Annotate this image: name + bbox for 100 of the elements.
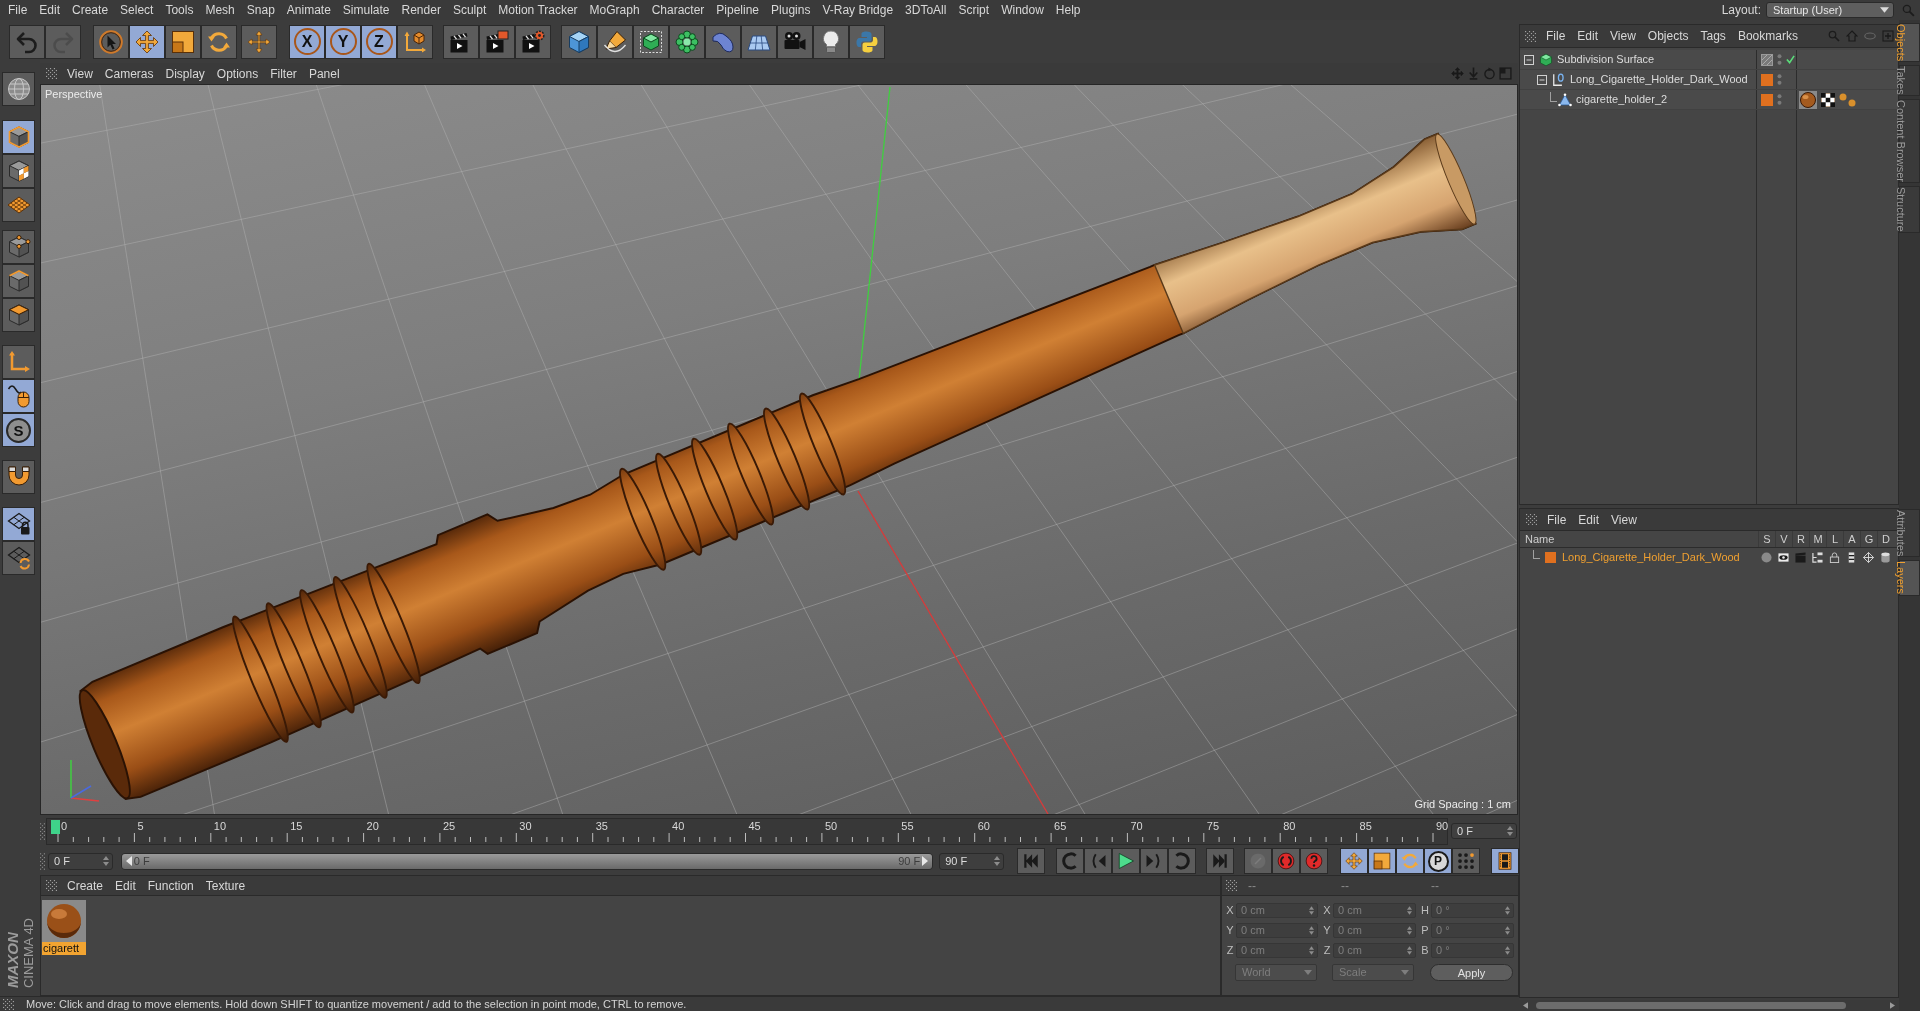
layers-menu-item[interactable]: View [1605,510,1643,529]
scale-tool-button[interactable] [165,24,201,59]
previous-key-button[interactable] [1056,848,1084,874]
record-point-level-button[interactable] [1452,848,1480,874]
layer-color-swatch[interactable] [1761,93,1773,106]
cylinder-icon[interactable] [1880,551,1891,563]
material-menu-item[interactable]: Create [61,876,110,895]
render-view-button[interactable] [443,24,479,59]
start-frame-field[interactable]: 0 F [48,852,113,870]
two-dots-icon[interactable] [1839,92,1856,107]
menu-item[interactable]: Mesh [199,1,241,19]
objects-menu-item[interactable]: View [1604,27,1642,45]
menu-item[interactable]: Simulate [336,1,396,19]
timeline-button[interactable] [1491,848,1519,874]
side-tab[interactable]: Takes [1899,65,1920,97]
scrollbar-thumb[interactable] [1536,1002,1846,1009]
menu-item[interactable]: Animate [280,1,337,19]
solo-circle-icon[interactable] [1761,551,1772,563]
next-key-button[interactable] [1168,848,1196,874]
planar-workplane-button[interactable] [2,541,35,575]
visibility-dots-icon[interactable] [1777,73,1782,86]
record-keys-button[interactable] [1244,848,1272,874]
record-rotation-button[interactable] [1396,848,1424,874]
cube-object-button[interactable] [561,24,597,59]
layers-menu-item[interactable]: File [1541,510,1573,529]
layers-menu-item[interactable]: Edit [1572,510,1606,529]
subdivision-object-button[interactable] [633,24,669,59]
frames-icon[interactable] [1846,551,1857,563]
menu-item[interactable]: Render [395,1,447,19]
check-icon[interactable] [1786,55,1795,64]
snap-button[interactable] [2,460,35,494]
visibility-dots-icon[interactable] [1777,93,1782,106]
deformer-object-button[interactable] [705,24,741,59]
objects-menu-item[interactable]: Edit [1571,27,1605,45]
layer-row[interactable]: Long_Cigarette_Holder_Dark_Wood [1520,548,1898,566]
select-tool-button[interactable] [93,24,129,59]
viewport-menu-item[interactable]: Display [159,64,211,83]
viewport-menu-item[interactable]: Options [210,64,265,83]
coordinate-system-button[interactable] [397,24,433,59]
collapse-toggle-icon[interactable] [1537,74,1547,85]
menu-item[interactable]: MoGraph [583,1,646,19]
layer-color-swatch[interactable] [1761,73,1773,86]
viewport-menu-item[interactable]: Cameras [98,64,160,83]
record-active-button[interactable] [1272,848,1300,874]
menu-item[interactable]: Character [645,1,711,19]
grip-icon[interactable] [1525,30,1536,42]
go-to-start-button[interactable] [1017,848,1045,874]
axis-lock-button[interactable]: Z [361,24,397,59]
add-tool-button[interactable] [241,24,277,59]
visibility-dots-icon[interactable] [1777,53,1782,66]
grip-icon[interactable] [1526,514,1537,525]
apply-button[interactable]: Apply [1430,963,1513,981]
record-position-button[interactable] [1340,848,1368,874]
material-sphere-icon[interactable] [1799,90,1817,109]
viewport-menu-item[interactable]: Filter [264,64,303,83]
side-tab[interactable]: Structure [1899,186,1920,233]
record-parameter-button[interactable]: P [1424,848,1452,874]
layout-dropdown[interactable]: Startup (User) [1766,2,1894,18]
record-scale-button[interactable] [1368,848,1396,874]
menu-item[interactable]: Script [952,1,996,19]
timeline-ruler[interactable]: 0 5 10 15 20 25 30 35 40 45 50 55 60 65 70 75 80 85 90 [46,817,1448,845]
grip-icon[interactable] [3,998,14,1010]
lock-workplane-button[interactable] [2,507,35,541]
object-row[interactable]: cigarette_holder_2 [1520,90,1898,110]
side-tab[interactable]: Content Browser [1899,99,1920,183]
play-button[interactable] [1112,848,1140,874]
diamond-icon[interactable] [1863,551,1874,563]
menu-item[interactable]: Motion Tracker [492,1,584,19]
material-name[interactable]: cigarett [42,942,86,955]
menu-item[interactable]: Pipeline [710,1,766,19]
cloner-object-button[interactable] [669,24,705,59]
make-editable-button[interactable] [2,72,35,106]
viewport-menu-item[interactable]: View [61,64,99,83]
menu-item[interactable]: Snap [240,1,281,19]
undo-button[interactable] [9,24,45,59]
menu-item[interactable]: Select [114,1,160,19]
layer-empty-icon[interactable] [1761,53,1773,66]
eye-icon[interactable] [1778,551,1789,563]
autokeying-button[interactable] [1300,848,1328,874]
menu-item[interactable]: Window [995,1,1050,19]
move-tool-button[interactable] [129,24,165,59]
grip-icon[interactable] [46,68,57,79]
grip-icon[interactable] [40,822,45,840]
render-picture-button[interactable] [479,24,515,59]
axis-mode-button[interactable] [2,345,35,379]
polygons-mode-button[interactable] [2,298,35,332]
menu-item[interactable]: Plugins [765,1,817,19]
menu-item[interactable]: File [2,1,34,19]
model-mode-button[interactable] [2,120,35,154]
menu-item[interactable]: V-Ray Bridge [816,1,900,19]
tweak-mode-button[interactable] [2,379,35,413]
light-object-button[interactable] [813,24,849,59]
render-settings-button[interactable] [515,24,551,59]
hierarchy-icon[interactable] [1812,551,1823,563]
texture-mode-button[interactable] [2,154,35,188]
collapse-toggle-icon[interactable] [1524,54,1534,65]
object-row[interactable]: Long_Cigarette_Holder_Dark_Wood [1520,70,1898,90]
layer-name[interactable]: Long_Cigarette_Holder_Dark_Wood [1562,548,1740,566]
material-menu-item[interactable]: Edit [109,876,142,895]
go-to-end-button[interactable] [1206,848,1234,874]
